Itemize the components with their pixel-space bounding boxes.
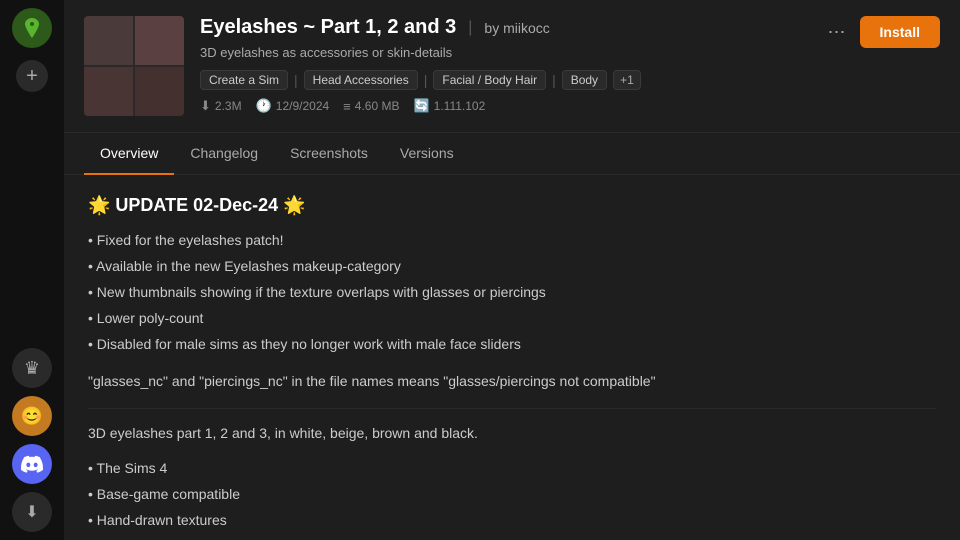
avatar-icon[interactable]: 😊 bbox=[12, 396, 52, 436]
thumb-cell-1 bbox=[84, 16, 133, 65]
download-stat-icon: ⬇ bbox=[200, 98, 211, 114]
mod-title: Eyelashes ~ Part 1, 2 and 3 bbox=[200, 16, 456, 39]
tag-sep-3: | bbox=[552, 72, 556, 88]
stat-date: 🕐 12/9/2024 bbox=[256, 98, 330, 114]
crown-icon[interactable]: ♛ bbox=[12, 348, 52, 388]
size-value: 4.60 MB bbox=[355, 99, 400, 113]
stat-downloads: ⬇ 2.3M bbox=[200, 98, 242, 114]
feature-bullets: The Sims 4 Base-game compatible Hand-dra… bbox=[88, 458, 936, 531]
tab-overview[interactable]: Overview bbox=[84, 133, 174, 175]
thumb-cell-2 bbox=[135, 16, 184, 65]
bullet-2: Available in the new Eyelashes makeup-ca… bbox=[88, 256, 936, 277]
tag-sep-2: | bbox=[424, 72, 428, 88]
tag-head-accessories[interactable]: Head Accessories bbox=[304, 70, 418, 90]
mod-actions: ⋯ Install bbox=[822, 16, 940, 49]
mod-tags: Create a Sim | Head Accessories | Facial… bbox=[200, 70, 806, 90]
mod-info: Eyelashes ~ Part 1, 2 and 3 | by miikocc… bbox=[200, 16, 806, 114]
tab-versions[interactable]: Versions bbox=[384, 133, 470, 175]
tab-screenshots[interactable]: Screenshots bbox=[274, 133, 384, 175]
tab-changelog[interactable]: Changelog bbox=[174, 133, 274, 175]
mod-description: 3D eyelashes as accessories or skin-deta… bbox=[200, 45, 806, 60]
bullet-1: Fixed for the eyelashes patch! bbox=[88, 230, 936, 251]
main-content: Eyelashes ~ Part 1, 2 and 3 | by miikocc… bbox=[64, 0, 960, 540]
downloads-value: 2.3M bbox=[215, 99, 242, 113]
stat-version: 🔄 1.111.102 bbox=[413, 98, 485, 114]
app-logo[interactable] bbox=[12, 8, 52, 48]
version-icon: 🔄 bbox=[413, 98, 429, 114]
tabs: Overview Changelog Screenshots Versions bbox=[64, 133, 960, 175]
description-text: 3D eyelashes part 1, 2 and 3, in white, … bbox=[88, 423, 936, 444]
mod-title-row: Eyelashes ~ Part 1, 2 and 3 | by miikocc bbox=[200, 16, 806, 39]
tag-facial-body-hair[interactable]: Facial / Body Hair bbox=[433, 70, 546, 90]
add-button[interactable]: + bbox=[16, 60, 48, 92]
thumb-cell-3 bbox=[84, 67, 133, 116]
bullet-4: Lower poly-count bbox=[88, 308, 936, 329]
install-button[interactable]: Install bbox=[860, 16, 940, 48]
size-icon: ≡ bbox=[343, 99, 351, 114]
bullet-5: Disabled for male sims as they no longer… bbox=[88, 334, 936, 355]
mod-separator: | bbox=[468, 19, 472, 37]
tag-more[interactable]: +1 bbox=[613, 70, 641, 90]
more-options-button[interactable]: ⋯ bbox=[822, 16, 852, 49]
sidebar: + ♛ 😊 ⬇ bbox=[0, 0, 64, 540]
content-divider bbox=[88, 408, 936, 409]
update-title: 🌟 UPDATE 02-Dec-24 🌟 bbox=[88, 195, 936, 216]
discord-icon[interactable] bbox=[12, 444, 52, 484]
overview-content: 🌟 UPDATE 02-Dec-24 🌟 Fixed for the eyela… bbox=[64, 175, 960, 540]
feature-2: Base-game compatible bbox=[88, 484, 936, 505]
feature-3: Hand-drawn textures bbox=[88, 510, 936, 531]
tag-body[interactable]: Body bbox=[562, 70, 607, 90]
calendar-icon: 🕐 bbox=[256, 98, 272, 114]
tag-sep-1: | bbox=[294, 72, 298, 88]
bullet-3: New thumbnails showing if the texture ov… bbox=[88, 282, 936, 303]
date-value: 12/9/2024 bbox=[276, 99, 329, 113]
download-icon[interactable]: ⬇ bbox=[12, 492, 52, 532]
note-text: "glasses_nc" and "piercings_nc" in the f… bbox=[88, 371, 936, 392]
feature-1: The Sims 4 bbox=[88, 458, 936, 479]
thumb-cell-4 bbox=[135, 67, 184, 116]
version-value: 1.111.102 bbox=[434, 99, 486, 113]
stat-size: ≡ 4.60 MB bbox=[343, 99, 399, 114]
mod-thumbnail bbox=[84, 16, 184, 116]
update-bullets: Fixed for the eyelashes patch! Available… bbox=[88, 230, 936, 355]
mod-header: Eyelashes ~ Part 1, 2 and 3 | by miikocc… bbox=[64, 0, 960, 133]
mod-stats: ⬇ 2.3M 🕐 12/9/2024 ≡ 4.60 MB 🔄 1.111.102 bbox=[200, 98, 806, 114]
tag-create-a-sim[interactable]: Create a Sim bbox=[200, 70, 288, 90]
mod-author: by miikocc bbox=[484, 20, 549, 36]
